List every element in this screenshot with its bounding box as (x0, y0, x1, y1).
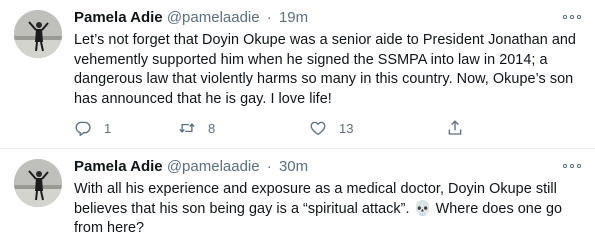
tweet-actions: 1 8 13 (74, 118, 584, 138)
tweet-text: With all his experience and exposure as … (74, 181, 563, 236)
share-icon (448, 120, 462, 135)
avatar-image (14, 10, 62, 58)
author-name[interactable]: Pamela Adie (74, 9, 163, 26)
avatar[interactable] (14, 159, 62, 207)
timestamp[interactable]: 30m (279, 158, 308, 175)
more-icon[interactable] (563, 10, 581, 24)
avatar[interactable] (14, 10, 62, 58)
reply-icon (75, 121, 91, 136)
tweet-text: Let’s not forget that Doyin Okupe was a … (74, 32, 576, 107)
author-handle[interactable]: @pamelaadie (167, 158, 260, 175)
avatar-image (14, 159, 62, 207)
retweet-count: 8 (208, 120, 216, 136)
like-count: 13 (339, 120, 354, 136)
tweet-header: Pamela Adie @pamelaadie · 30m (74, 157, 308, 177)
timestamp[interactable]: 19m (279, 9, 308, 26)
retweet-button[interactable]: 8 (178, 118, 215, 138)
tweet-header: Pamela Adie @pamelaadie · 19m (74, 8, 308, 28)
reply-button[interactable]: 1 (74, 118, 111, 138)
reply-count: 1 (104, 120, 112, 136)
separator: · (266, 158, 272, 175)
like-icon (310, 121, 326, 136)
tweet[interactable]: Pamela Adie @pamelaadie · 19m Let’s not … (0, 0, 595, 148)
tweet[interactable]: Pamela Adie @pamelaadie · 30m With all h… (0, 149, 595, 242)
more-icon[interactable] (563, 159, 581, 173)
author-handle[interactable]: @pamelaadie (167, 9, 260, 26)
like-button[interactable]: 13 (309, 118, 353, 138)
share-button[interactable] (446, 118, 464, 138)
author-name[interactable]: Pamela Adie (74, 158, 163, 175)
retweet-icon (179, 123, 195, 133)
separator: · (266, 9, 272, 26)
